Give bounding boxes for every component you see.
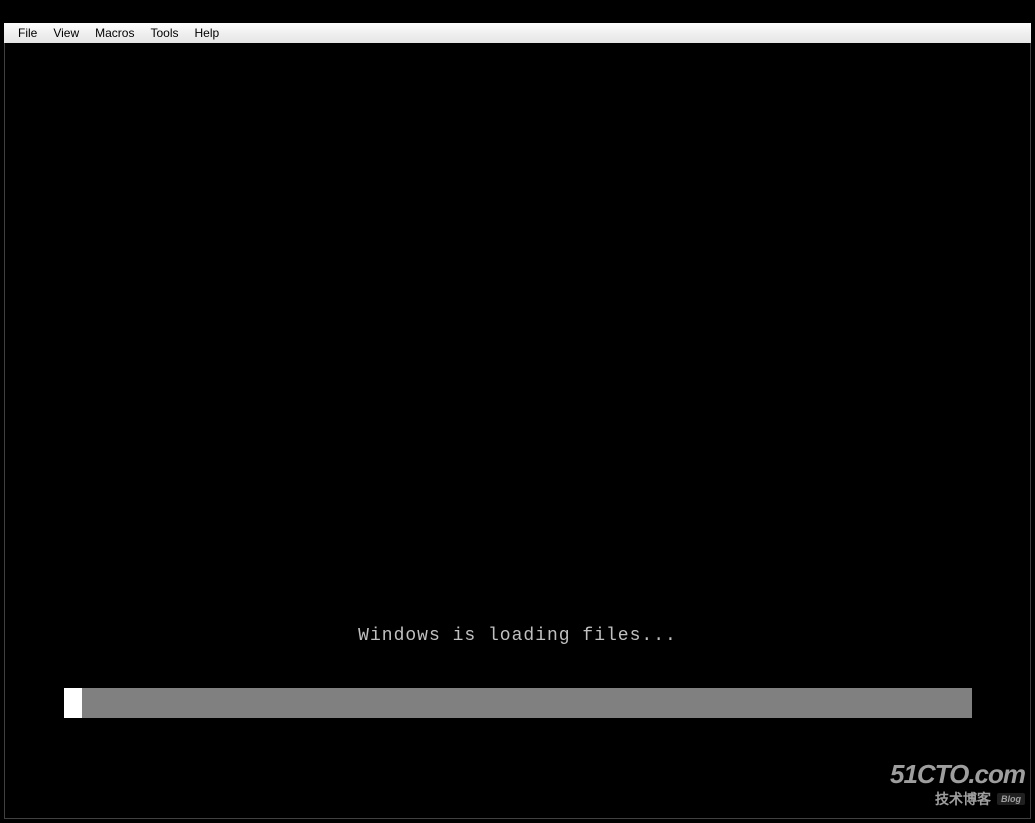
loading-progress-bar xyxy=(64,688,972,718)
menu-help[interactable]: Help xyxy=(187,24,228,42)
watermark-sub-text: 技术博客 xyxy=(935,789,991,809)
menu-view[interactable]: View xyxy=(45,24,87,42)
watermark: 51CTO.com 技术博客 Blog xyxy=(890,761,1025,809)
loading-status-text: Windows is loading files... xyxy=(358,626,677,646)
windows-boot-screen: Windows is loading files... xyxy=(5,43,1030,818)
menu-macros[interactable]: Macros xyxy=(87,24,142,42)
remote-console-viewport[interactable]: Windows is loading files... xyxy=(4,43,1031,819)
loading-progress-fill xyxy=(64,688,82,718)
app-window: File View Macros Tools Help Windows is l… xyxy=(0,0,1035,823)
menu-file[interactable]: File xyxy=(10,24,45,42)
menu-bar: File View Macros Tools Help xyxy=(4,23,1031,43)
watermark-logo: 51CTO.com xyxy=(890,761,1025,787)
menu-tools[interactable]: Tools xyxy=(142,24,186,42)
watermark-badge: Blog xyxy=(997,793,1025,805)
watermark-subtitle: 技术博客 Blog xyxy=(890,789,1025,809)
